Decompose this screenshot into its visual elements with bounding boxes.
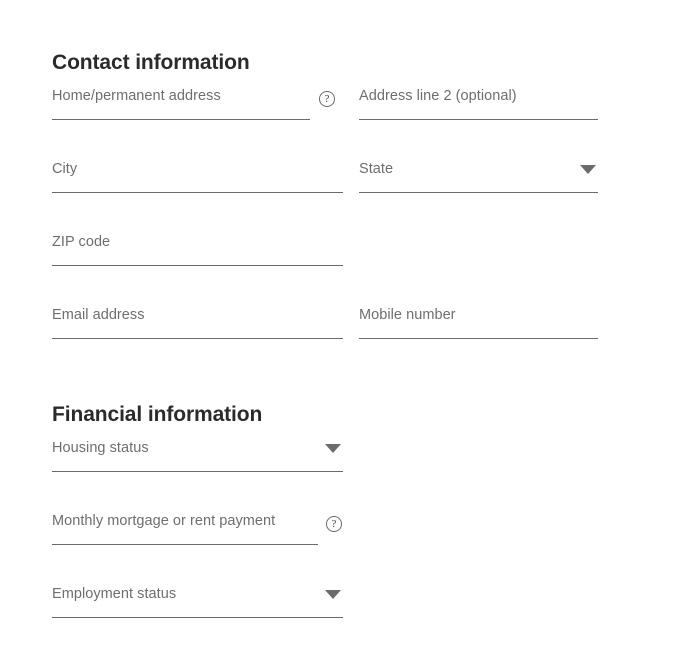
field-housing-status-select[interactable]: Housing status: [52, 438, 343, 472]
field-label-employment-status: Employment status: [52, 584, 176, 604]
field-underline-employment-status: [52, 617, 343, 618]
field-underline-city: [52, 192, 343, 193]
field-employment-status-select[interactable]: Employment status: [52, 584, 343, 618]
field-state-select[interactable]: State: [359, 159, 598, 193]
field-zip-code[interactable]: ZIP code: [52, 232, 343, 266]
field-label-email-address: Email address: [52, 305, 145, 325]
field-underline-home-address: [52, 119, 310, 120]
field-monthly-payment[interactable]: Monthly mortgage or rent payment: [52, 511, 318, 545]
field-label-monthly-payment: Monthly mortgage or rent payment: [52, 511, 275, 531]
application-form: Contact information Home/permanent addre…: [0, 0, 687, 646]
field-home-address[interactable]: Home/permanent address: [52, 86, 310, 120]
section-heading-contact: Contact information: [52, 50, 250, 76]
field-city[interactable]: City: [52, 159, 343, 193]
help-circle-icon-home-address[interactable]: ?: [319, 91, 335, 107]
field-underline-mobile-number: [359, 338, 598, 339]
chevron-down-icon-housing-status[interactable]: [325, 444, 341, 453]
field-underline-housing-status: [52, 471, 343, 472]
field-label-home-address: Home/permanent address: [52, 86, 221, 106]
field-underline-zip-code: [52, 265, 343, 266]
field-underline-email-address: [52, 338, 343, 339]
field-label-city: City: [52, 159, 77, 179]
chevron-down-icon-employment-status[interactable]: [325, 590, 341, 599]
field-underline-address-line-2: [359, 119, 598, 120]
help-circle-icon-monthly-payment[interactable]: ?: [326, 516, 342, 532]
field-label-mobile-number: Mobile number: [359, 305, 456, 325]
field-label-state: State: [359, 159, 393, 179]
chevron-down-icon-state[interactable]: [580, 165, 596, 174]
field-underline-monthly-payment: [52, 544, 318, 545]
field-underline-state: [359, 192, 598, 193]
field-label-address-line-2: Address line 2 (optional): [359, 86, 517, 106]
field-mobile-number[interactable]: Mobile number: [359, 305, 598, 339]
field-address-line-2[interactable]: Address line 2 (optional): [359, 86, 598, 120]
field-label-zip-code: ZIP code: [52, 232, 110, 252]
field-label-housing-status: Housing status: [52, 438, 149, 458]
section-heading-financial: Financial information: [52, 402, 262, 428]
field-email-address[interactable]: Email address: [52, 305, 343, 339]
